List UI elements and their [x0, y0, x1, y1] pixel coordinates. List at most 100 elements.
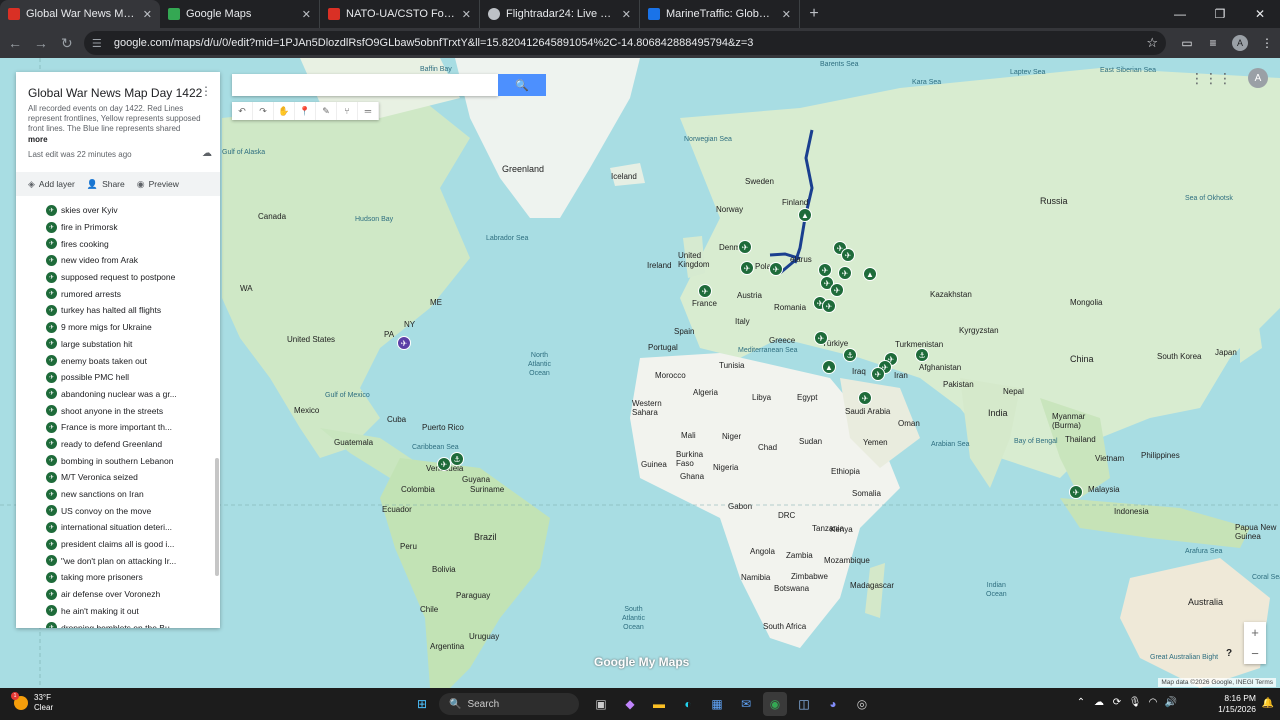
event-marker[interactable]: ✈ — [1069, 485, 1083, 499]
task-view-icon[interactable]: ▣ — [589, 692, 613, 716]
google-apps-icon[interactable]: ⋮⋮⋮ — [1190, 70, 1232, 87]
back-icon[interactable]: ← — [2, 30, 28, 56]
tab-flightradar24[interactable]: Flightradar24: Live Flight Track ✕ — [480, 0, 640, 28]
list-item[interactable]: ✈ new video from Arak — [16, 252, 214, 269]
list-item[interactable]: ✈ president claims all is good i... — [16, 536, 214, 553]
list-item[interactable]: ✈ taking more prisoners — [16, 569, 214, 586]
bookmark-star-icon[interactable]: ☆ — [1146, 35, 1158, 51]
list-item[interactable]: ✈ ready to defend Greenland — [16, 436, 214, 453]
zoom-out-button[interactable]: − — [1244, 643, 1266, 664]
restore-icon[interactable]: ❐ — [1200, 0, 1240, 28]
media-controls-icon[interactable]: ≡ — [1200, 30, 1226, 56]
tab-google-maps[interactable]: Google Maps ✕ — [160, 0, 320, 28]
list-item[interactable]: ✈ skies over Kyiv — [16, 202, 214, 219]
list-item[interactable]: ✈ supposed request to postpone — [16, 269, 214, 286]
more-options-icon[interactable]: ⋮ — [200, 84, 212, 98]
directions-icon[interactable]: ⑂ — [337, 102, 358, 120]
panel-scrollbar[interactable] — [215, 458, 219, 576]
event-marker[interactable]: ✈ — [838, 266, 852, 280]
list-item[interactable]: ✈ fire in Primorsk — [16, 219, 214, 236]
volume-icon[interactable]: 🔊 — [1162, 697, 1180, 708]
mic-icon[interactable]: 🎙 — [1126, 697, 1144, 708]
event-marker[interactable]: ✈ — [437, 457, 451, 471]
event-marker[interactable]: ✈ — [822, 299, 836, 313]
event-marker[interactable]: ⚓ — [450, 452, 464, 466]
help-button[interactable]: ? — [1226, 648, 1232, 659]
undo-icon[interactable]: ↶ — [232, 102, 253, 120]
minimize-icon[interactable]: — — [1160, 0, 1200, 28]
app-icon[interactable]: ◫ — [792, 692, 816, 716]
address-bar[interactable]: ☰ google.com/maps/d/u/0/edit?mid=1PJAn5D… — [83, 31, 1166, 55]
event-marker[interactable]: ▲ — [863, 267, 877, 281]
list-item[interactable]: ✈ bombing in southern Lebanon — [16, 452, 214, 469]
new-tab-button[interactable]: + — [800, 0, 828, 28]
close-tab-icon[interactable]: ✕ — [302, 8, 311, 21]
add-layer-button[interactable]: ◈ Add layer — [28, 179, 75, 190]
share-button[interactable]: 👤 Share — [87, 179, 125, 190]
weather-widget[interactable]: 1 33°F Clear — [11, 692, 53, 713]
preview-button[interactable]: ◉ Preview — [137, 179, 179, 190]
list-item[interactable]: ✈ international situation deteri... — [16, 519, 214, 536]
reload-icon[interactable]: ↻ — [54, 30, 80, 56]
tab-global-war-news-map[interactable]: Global War News Map Day 142 ✕ — [0, 0, 160, 28]
list-item[interactable]: ✈ possible PMC hell — [16, 369, 214, 386]
mail-icon[interactable]: ✉ — [734, 692, 758, 716]
forward-icon[interactable]: → — [28, 30, 54, 56]
event-marker[interactable]: ✈ — [738, 240, 752, 254]
copilot-icon[interactable]: ◆ — [618, 692, 642, 716]
map-title[interactable]: Global War News Map Day 1422 — [28, 86, 202, 100]
draw-line-icon[interactable]: ✎ — [316, 102, 337, 120]
profile-avatar[interactable]: A — [1232, 35, 1248, 51]
event-marker[interactable]: ▲ — [798, 208, 812, 222]
map-attribution[interactable]: Map data ©2026 Google, INEGI Terms — [1158, 678, 1276, 687]
discord-icon[interactable]: ◕ — [821, 692, 845, 716]
event-marker[interactable]: ▲ — [822, 360, 836, 374]
list-item[interactable]: ✈ large substation hit — [16, 336, 214, 353]
list-item[interactable]: ✈ new sanctions on Iran — [16, 486, 214, 503]
list-item[interactable]: ✈ enemy boats taken out — [16, 352, 214, 369]
chevron-up-icon[interactable]: ⌃ — [1072, 697, 1090, 708]
edge-icon[interactable]: ◐ — [676, 692, 700, 716]
map-search-input[interactable] — [232, 74, 498, 96]
zoom-in-button[interactable]: + — [1244, 622, 1266, 643]
add-marker-icon[interactable]: 📍 — [295, 102, 316, 120]
event-marker[interactable]: ✈ — [814, 331, 828, 345]
event-marker[interactable]: ✈ — [769, 262, 783, 276]
map-search-button[interactable]: 🔍 — [498, 74, 546, 96]
close-tab-icon[interactable]: ✕ — [462, 8, 471, 21]
list-item[interactable]: ✈ France is more important th... — [16, 419, 214, 436]
hand-icon[interactable]: ✋ — [274, 102, 295, 120]
tab-nato-csto[interactable]: NATO-UA/CSTO Force Disposit ✕ — [320, 0, 480, 28]
list-item[interactable]: ✈ he ain't making it out — [16, 603, 214, 620]
file-explorer-icon[interactable]: ▬ — [647, 692, 671, 716]
list-item[interactable]: ✈ "we don't plan on attacking Ir... — [16, 552, 214, 569]
clock[interactable]: 8:16 PM 1/15/2026 — [1218, 693, 1256, 715]
event-marker[interactable]: ✈ — [841, 248, 855, 262]
list-item[interactable]: ✈ dropping bomblets on the Bu... — [16, 619, 214, 628]
event-marker[interactable]: ✈ — [858, 391, 872, 405]
list-item[interactable]: ✈ abandoning nuclear was a gr... — [16, 386, 214, 403]
list-item[interactable]: ✈ US convoy on the move — [16, 502, 214, 519]
more-link[interactable]: more — [28, 135, 48, 144]
event-marker[interactable]: ⚓ — [915, 348, 929, 362]
close-window-icon[interactable]: ✕ — [1240, 0, 1280, 28]
list-item[interactable]: ✈ turkey has halted all flights — [16, 302, 214, 319]
close-tab-icon[interactable]: ✕ — [143, 8, 152, 21]
list-item[interactable]: ✈ air defense over Voronezh — [16, 586, 214, 603]
event-marker[interactable]: ✈ — [698, 284, 712, 298]
list-item[interactable]: ✈ 9 more migs for Ukraine — [16, 319, 214, 336]
browser-menu-icon[interactable]: ⋮ — [1254, 30, 1280, 56]
close-tab-icon[interactable]: ✕ — [782, 8, 791, 21]
notifications-icon[interactable]: 🔔 — [1262, 698, 1274, 709]
measure-icon[interactable]: ═ — [358, 102, 379, 120]
close-tab-icon[interactable]: ✕ — [622, 8, 631, 21]
sync-icon[interactable]: ⟳ — [1108, 697, 1126, 708]
list-item[interactable]: ✈ rumored arrests — [16, 285, 214, 302]
cast-icon[interactable]: ▭ — [1174, 30, 1200, 56]
url-text[interactable]: google.com/maps/d/u/0/edit?mid=1PJAn5Dlo… — [114, 37, 1146, 49]
event-marker[interactable]: ✈ — [871, 367, 885, 381]
event-marker[interactable]: ⚓ — [843, 348, 857, 362]
site-info-icon[interactable]: ☰ — [92, 37, 106, 50]
list-item[interactable]: ✈ shoot anyone in the streets — [16, 402, 214, 419]
event-marker[interactable]: ✈ — [818, 263, 832, 277]
